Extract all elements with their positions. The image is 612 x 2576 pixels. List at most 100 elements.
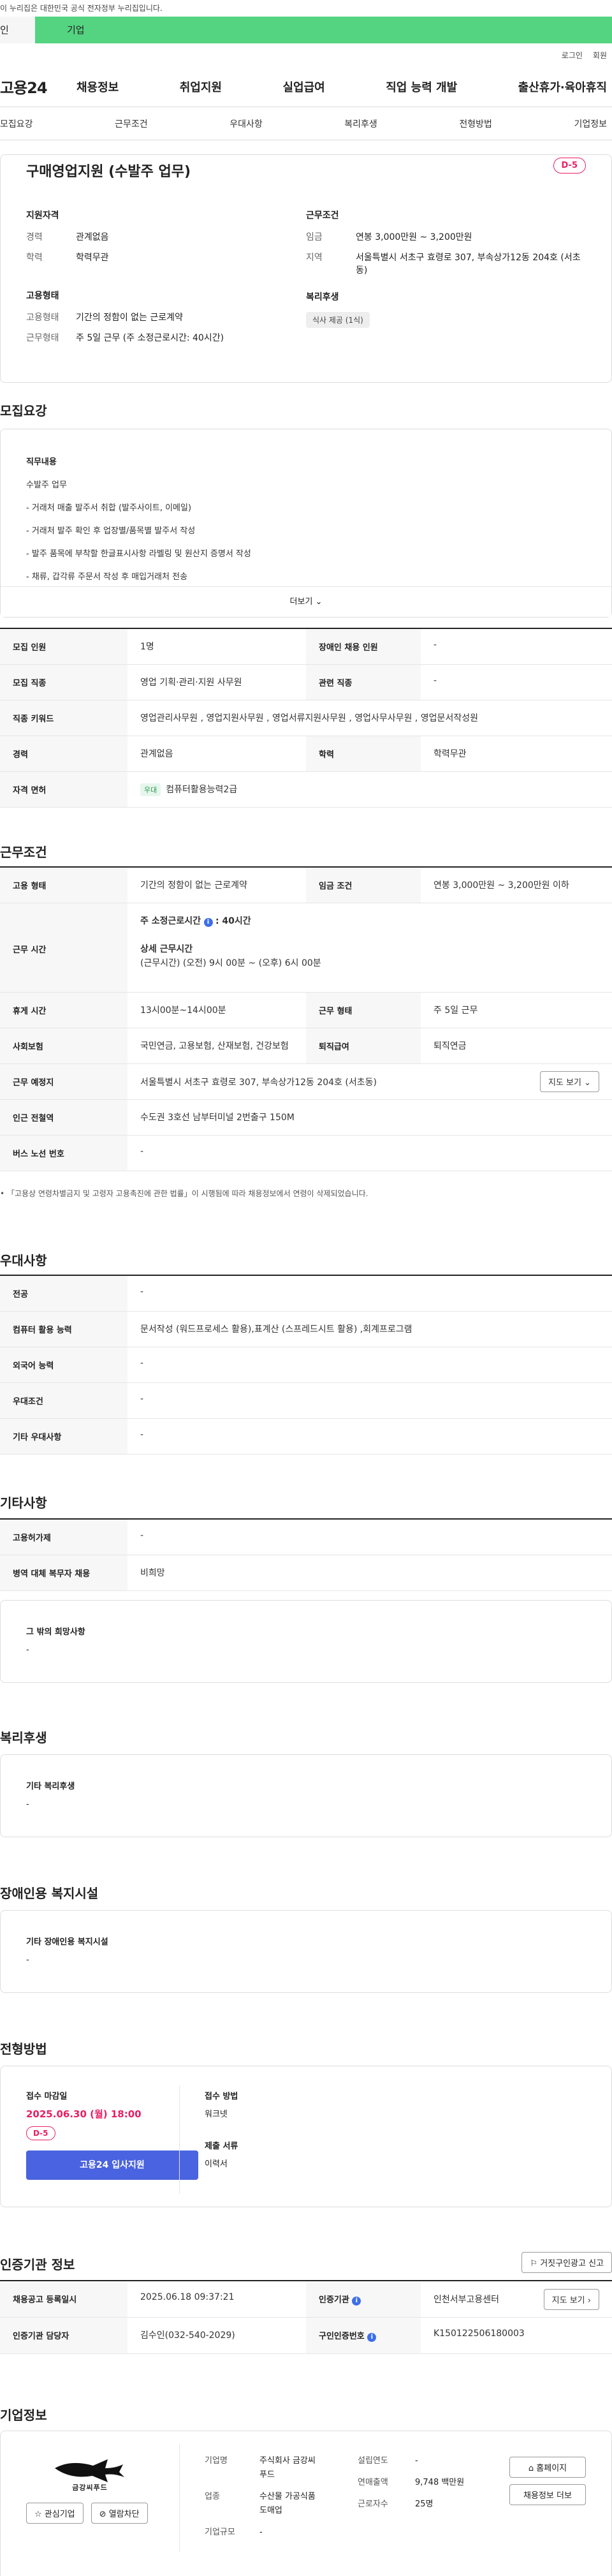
jobs-more-button[interactable]: 채용정보 더보	[509, 2484, 586, 2505]
deadline-value: 2025.06.30 (월) 18:00	[26, 2108, 142, 2120]
qual-heading: 지원자격	[26, 211, 59, 221]
chevron-right-icon: ›	[587, 2295, 591, 2306]
disabled-card: 기타 장애인용 복지시설 -	[0, 1910, 612, 1993]
disabled-card-value: -	[26, 1955, 29, 1965]
biz-value: 도매업	[259, 2506, 282, 2515]
nav-unemployment[interactable]: 실업급여	[283, 78, 325, 95]
block-button[interactable]: ⊘ 열람차단	[91, 2503, 148, 2524]
table-row: 근무 예정지 서울특별시 서초구 효령로 307, 부속상가12동 204호 (…	[0, 1064, 612, 1100]
emptype-label: 고용형태	[26, 313, 59, 323]
tab-personal[interactable]: 인	[0, 17, 35, 43]
table-value: 김수인(032-540-2029)	[140, 2330, 235, 2341]
welfare-tag: 식사 제공 (1식)	[306, 312, 370, 328]
table-value: -	[140, 1358, 144, 1368]
table-row: 전공 -	[0, 1276, 612, 1312]
duty-card: 직무내용 수발주 업무 - 거래처 매출 발주서 취합 (발주사이트, 이메일)…	[0, 429, 612, 618]
org-value: 인천서부고용센터	[433, 2295, 500, 2305]
table-row: 인근 전철역 수도권 3호선 남부터미널 2번출구 150M	[0, 1100, 612, 1136]
info-icon[interactable]: i	[352, 2297, 361, 2306]
info-icon[interactable]: i	[203, 918, 213, 927]
deadline-heading: 접수 마감일	[26, 2092, 68, 2101]
docs-value: 이력서	[205, 2159, 228, 2169]
nav-jobs[interactable]: 채용정보	[76, 78, 119, 95]
duty-line: 수발주 업무	[26, 480, 67, 490]
table-label: 전공	[0, 1276, 127, 1311]
info-icon[interactable]: i	[367, 2333, 377, 2342]
interest-button[interactable]: ☆ 관심기업	[26, 2503, 84, 2524]
table-label: 구인인증번호 i	[306, 2318, 421, 2353]
size-value: -	[259, 2528, 263, 2537]
conditions-table: 고용 형태 기간의 정함이 없는 근로계약 임금 조건 연봉 3,000만원 ~…	[0, 866, 612, 1171]
map-button[interactable]: 지도 보기 ⌄	[539, 1071, 599, 1092]
table-label: 경력	[0, 736, 127, 771]
site-logo[interactable]: 고용24	[0, 75, 76, 98]
emp-heading: 고용형태	[26, 291, 59, 301]
table-label: 인근 전철역	[0, 1100, 127, 1135]
disabled-card-heading: 기타 장애인용 복지시설	[26, 1937, 108, 1947]
table-label: 인증기관 i	[306, 2281, 421, 2317]
tab-company[interactable]: 기업	[35, 17, 612, 43]
company-logo: 금강씨푸드	[45, 2454, 135, 2492]
table-row: 기타 우대사항 -	[0, 1419, 612, 1455]
table-label: 임금 조건	[306, 868, 421, 903]
table-row: 고용 형태 기간의 정함이 없는 근로계약 임금 조건 연봉 3,000만원 ~…	[0, 868, 612, 903]
footnote-text: 「고용상 연령차별금지 및 고령자 고용촉진에 관한 법률」이 시행됨에 따라 …	[6, 1189, 368, 1198]
worktime-label: 근무형태	[26, 333, 59, 343]
sales-label: 연매출액	[358, 2478, 388, 2487]
tab-welfare[interactable]: 복리후생	[344, 117, 377, 130]
tab-selection[interactable]: 전형방법	[459, 117, 492, 130]
nav-parental-leave[interactable]: 출산휴가·육아휴직	[518, 78, 607, 95]
report-button[interactable]: ⚐ 거짓구인광고 신고	[521, 2252, 612, 2273]
nav-training[interactable]: 직업 능력 개발	[386, 78, 457, 95]
duty-line: - 거래처 발주 확인 후 업장별/품목별 발주서 작성	[26, 526, 196, 536]
tab-company[interactable]: 기업정보	[574, 117, 607, 130]
table-value: K150122506180003	[433, 2328, 525, 2339]
table-label: 인증기관 담당자	[0, 2318, 127, 2353]
interest-label: 관심기업	[44, 2510, 75, 2519]
table-row: 사회보험 국민연금, 고용보험, 산재보험, 건강보험 퇴직급여 퇴직연금	[0, 1028, 612, 1064]
table-row: 고용허가제 -	[0, 1520, 612, 1555]
emp-value: 25명	[415, 2499, 433, 2509]
table-label: 관련 직종	[306, 665, 421, 700]
join-link[interactable]: 회원	[593, 50, 607, 61]
table-label: 모집 직종	[0, 665, 127, 700]
table-value: -	[140, 1287, 144, 1297]
tab-conditions[interactable]: 근무조건	[115, 117, 148, 130]
duty-line: - 거래처 매출 발주서 취합 (발주사이트, 이메일)	[26, 503, 192, 513]
method-heading: 접수 방법	[205, 2092, 238, 2101]
table-label: 버스 노선 번호	[0, 1136, 127, 1171]
docs-heading: 제출 서류	[205, 2142, 238, 2151]
nav-employment-support[interactable]: 취업지원	[180, 78, 222, 95]
etc-table: 고용허가제 - 병역 대체 복무자 채용 비희망	[0, 1518, 612, 1591]
table-value: -	[433, 676, 437, 686]
table-row: 외국어 능력 -	[0, 1347, 612, 1383]
table-value: 비희망	[140, 1568, 165, 1578]
biz-label: 업종	[205, 2492, 220, 2501]
map-button-label: 지도 보기	[548, 1078, 581, 1088]
org-map-label: 지도 보기	[551, 2295, 585, 2306]
duty-line: - 채류, 갑각류 주문서 작성 후 매입거래처 전송	[26, 572, 188, 582]
name-label: 기업명	[205, 2456, 228, 2466]
tab-prefer[interactable]: 우대사항	[229, 117, 263, 130]
member-type-bar: 인 기업	[0, 17, 612, 43]
detail-hours-value: (근무시간) (오전) 9시 00분 ~ (오후) 6시 00분	[140, 958, 321, 968]
tab-recruit[interactable]: 모집요강	[0, 117, 33, 130]
career-label: 경력	[26, 232, 43, 242]
edu-label: 학력	[26, 253, 43, 263]
table-value: 주 5일 근무	[433, 1005, 478, 1016]
table-value: 영업 기획·관리·지원 사무원	[140, 677, 242, 688]
etc-heading: 기타사항	[0, 1495, 47, 1511]
table-label: 기타 우대사항	[0, 1419, 127, 1454]
login-link[interactable]: 로그인	[562, 50, 583, 61]
weekly-hours-label: 주 소정근로시간	[140, 916, 201, 926]
edu-value: 학력무관	[76, 253, 109, 263]
org-map-button[interactable]: 지도 보기 ›	[543, 2288, 599, 2310]
more-button[interactable]: 더보기 ⌄	[1, 586, 611, 617]
homepage-button[interactable]: ⌂ 홈페이지	[509, 2457, 586, 2478]
biz-value: 수산물 가공식품	[259, 2492, 316, 2501]
apply-button[interactable]: 고용24 입사지원	[26, 2150, 198, 2180]
table-row: 직종 키워드 영업관리사무원 , 영업지원사무원 , 영업서류지원사무원 , 영…	[0, 700, 612, 736]
table-value: 13시00분~14시00분	[140, 1005, 226, 1016]
table-value: 문서작성 (워드프로세스 활용),표계산 (스프레드시트 활용) ,회계프로그램	[140, 1324, 412, 1335]
career-value: 관계없음	[76, 232, 109, 242]
